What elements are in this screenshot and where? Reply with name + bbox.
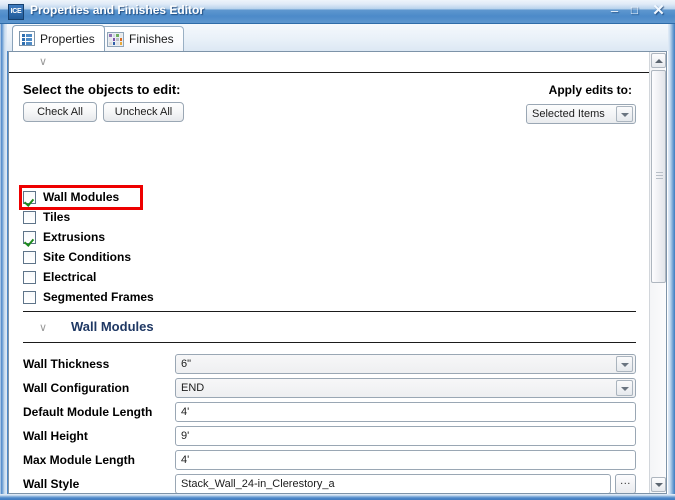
minimize-button[interactable]: – (606, 3, 623, 19)
chevron-down-icon[interactable] (616, 106, 633, 122)
object-checkbox-label: Tiles (43, 210, 71, 224)
apply-edits-value: Selected Items (532, 108, 605, 120)
browse-button[interactable]: ... (615, 474, 636, 493)
checkbox-checked-icon[interactable] (23, 190, 36, 204)
swatch-cell (109, 37, 112, 41)
object-checkbox-row[interactable]: Tiles (23, 208, 70, 226)
title-bar[interactable]: ICE Properties and Finishes Editor – □ ✕ (0, 0, 675, 24)
property-dropdown[interactable]: 6" (175, 354, 636, 374)
top-collapse-strip[interactable]: ∨ (9, 52, 650, 73)
object-checkbox-row[interactable]: Wall Modules (23, 188, 119, 206)
divider (23, 311, 636, 312)
uncheck-all-button[interactable]: Uncheck All (103, 102, 184, 122)
window-frame-right (668, 24, 675, 500)
swatch-cell (116, 41, 119, 45)
property-label: Wall Thickness (23, 357, 110, 371)
panel-content: ∨ Select the objects to edit: Apply edit… (9, 52, 650, 493)
tab-strip: Properties Finishes (7, 24, 668, 51)
swatch-cell (116, 37, 119, 41)
property-textbox[interactable]: 9' (175, 426, 636, 446)
apply-edits-label: Apply edits to: (548, 83, 632, 97)
window-frame-bottom (0, 494, 675, 500)
app-icon: ICE (8, 4, 24, 20)
check-all-button[interactable]: Check All (23, 102, 97, 122)
swatch-cell (112, 41, 115, 45)
swatch-cell (112, 37, 115, 41)
tab-finishes[interactable]: Finishes (100, 26, 184, 51)
apply-edits-dropdown[interactable]: Selected Items (526, 104, 636, 124)
tab-properties-label: Properties (40, 31, 95, 46)
scroll-down-button[interactable] (651, 477, 666, 492)
object-checkbox-row[interactable]: Site Conditions (23, 248, 131, 266)
divider (23, 342, 636, 343)
swatch-cell (109, 41, 112, 45)
object-checkbox-label: Segmented Frames (43, 290, 154, 304)
property-label: Default Module Length (23, 405, 153, 419)
property-row: Max Module Length 4' (23, 448, 636, 472)
swatch-cell (119, 37, 122, 41)
property-label: Max Module Length (23, 453, 135, 467)
property-row: Wall Thickness 6" (23, 352, 636, 376)
object-checkbox-label: Wall Modules (43, 190, 120, 204)
editor-panel: ∨ Select the objects to edit: Apply edit… (8, 51, 667, 494)
tab-finishes-label: Finishes (129, 32, 174, 46)
property-value[interactable]: 9' (176, 430, 635, 442)
object-checkbox-label: Electrical (43, 270, 97, 284)
checkbox-unchecked-icon[interactable] (23, 210, 36, 224)
property-row: Wall Configuration END (23, 376, 636, 400)
chevron-down-icon[interactable]: ∨ (39, 323, 47, 334)
checkbox-unchecked-icon[interactable] (23, 270, 36, 284)
swatch-cell (119, 41, 122, 45)
list-detail-icon (19, 31, 35, 46)
checkbox-checked-icon[interactable] (23, 230, 36, 244)
scroll-up-button[interactable] (651, 53, 666, 68)
object-checkbox-label: Site Conditions (43, 250, 131, 264)
property-textbox[interactable]: Stack_Wall_24-in_Clerestory_a (175, 474, 611, 493)
vertical-scrollbar[interactable] (649, 52, 666, 493)
window-frame-left (0, 0, 7, 500)
checkbox-unchecked-icon[interactable] (23, 290, 36, 304)
property-dropdown[interactable]: END (175, 378, 636, 398)
property-value[interactable]: Stack_Wall_24-in_Clerestory_a (176, 478, 610, 490)
chevron-down-icon[interactable]: ∨ (39, 57, 47, 68)
chevron-down-icon[interactable] (616, 380, 633, 396)
window-title: Properties and Finishes Editor (30, 3, 205, 17)
property-row: Wall Style Stack_Wall_24-in_Clerestory_a.… (23, 472, 636, 493)
application-window: ICE Properties and Finishes Editor – □ ✕… (0, 0, 675, 500)
scrollbar-thumb[interactable] (651, 70, 666, 283)
object-checkbox-row[interactable]: Segmented Frames (23, 288, 154, 306)
property-value[interactable]: 4' (176, 454, 635, 466)
property-label: Wall Height (23, 429, 88, 443)
checkbox-unchecked-icon[interactable] (23, 250, 36, 264)
swatch-cell (109, 33, 112, 37)
property-textbox[interactable]: 4' (175, 450, 636, 470)
object-checkbox-row[interactable]: Electrical (23, 268, 96, 286)
property-label: Wall Configuration (23, 381, 130, 395)
property-value: 6" (181, 358, 192, 370)
scrollbar-grip-icon (656, 172, 663, 179)
property-label: Wall Style (23, 477, 80, 491)
swatch-cell (112, 33, 115, 37)
section-title-wall-modules: Wall Modules (71, 319, 154, 334)
object-checkbox-label: Extrusions (43, 230, 106, 244)
property-value[interactable]: 4' (176, 406, 635, 418)
select-objects-header: Select the objects to edit: (23, 82, 181, 97)
swatch-cell (119, 33, 122, 37)
chevron-down-icon[interactable] (616, 356, 633, 372)
color-swatch-grid-icon (107, 31, 124, 47)
swatch-cell (116, 33, 119, 37)
property-textbox[interactable]: 4' (175, 402, 636, 422)
property-row: Wall Height 9' (23, 424, 636, 448)
object-checkbox-row[interactable]: Extrusions (23, 228, 105, 246)
property-value: END (181, 382, 205, 394)
close-button[interactable]: ✕ (650, 3, 667, 19)
maximize-button[interactable]: □ (626, 3, 643, 19)
property-row: Default Module Length 4' (23, 400, 636, 424)
tab-properties[interactable]: Properties (12, 25, 105, 51)
